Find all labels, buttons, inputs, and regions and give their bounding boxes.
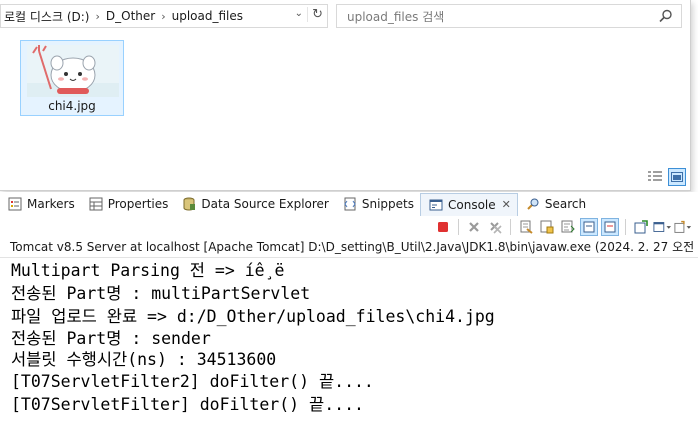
show-on-error-icon[interactable] — [601, 218, 619, 236]
toolbar-separator — [625, 219, 626, 235]
search-input[interactable] — [345, 8, 649, 26]
scroll-lock-icon[interactable] — [538, 218, 556, 236]
console-line: Multipart Parsing 전 => íê¸ë — [11, 261, 285, 280]
breadcrumb-item-d-other[interactable]: D_Other — [103, 9, 158, 23]
refresh-icon[interactable]: ↻ — [307, 7, 323, 22]
snippets-icon — [343, 197, 357, 211]
display-selected-console-icon[interactable] — [653, 218, 671, 236]
large-icons-view-icon[interactable] — [668, 168, 686, 186]
pin-console-icon[interactable] — [632, 218, 650, 236]
markers-icon — [8, 197, 22, 211]
search-icon[interactable] — [659, 9, 673, 23]
console-line: 파일 업로드 완료 => d:/D_Other/upload_files\chi… — [11, 307, 495, 326]
tab-markers[interactable]: Markers — [0, 193, 81, 215]
toolbar-separator — [510, 219, 511, 235]
tab-label: Properties — [107, 197, 169, 211]
view-tab-bar: Markers Properties Data Source Explorer … — [0, 192, 698, 217]
console-line: [T07ServletFilter] doFilter() 끝.... — [11, 395, 364, 414]
tab-label: Snippets — [361, 197, 414, 211]
tab-search[interactable]: Search — [518, 193, 592, 215]
console-output[interactable]: Multipart Parsing 전 => íê¸ë 전송된 Part명 : … — [0, 257, 698, 421]
tab-label: Data Source Explorer — [201, 197, 329, 211]
properties-icon — [89, 197, 103, 211]
console-line: [T07ServletFilter2] doFilter() 끝.... — [11, 372, 374, 391]
remove-launch-icon[interactable] — [465, 218, 483, 236]
tab-label: Markers — [27, 197, 75, 211]
console-process-label: Tomcat v8.5 Server at localhost [Apache … — [10, 240, 698, 254]
console-icon — [429, 198, 443, 212]
breadcrumb-separator-icon: › — [95, 9, 100, 23]
tab-snippets[interactable]: Snippets — [335, 193, 420, 215]
tab-console[interactable]: Console ✕ — [420, 192, 518, 216]
tab-label: Search — [544, 197, 587, 211]
breadcrumb-item-local-disk[interactable]: 로컬 디스크 (D:) — [1, 8, 92, 25]
show-on-output-icon[interactable] — [580, 218, 598, 236]
search-view-icon — [526, 197, 540, 211]
view-switcher — [646, 168, 686, 186]
address-dropdown-icon[interactable]: ⌄ — [295, 8, 303, 19]
file-item[interactable]: chi4.jpg — [20, 40, 124, 116]
search-box[interactable] — [336, 4, 682, 28]
word-wrap-icon[interactable] — [559, 218, 577, 236]
console-line: 전송된 Part명 : multiPartServlet — [11, 284, 311, 303]
tab-data-source-explorer[interactable]: Data Source Explorer — [174, 193, 334, 215]
clear-console-icon[interactable] — [517, 218, 535, 236]
open-console-icon[interactable] — [674, 218, 692, 236]
close-icon[interactable]: ✕ — [502, 198, 511, 211]
breadcrumb-separator-icon: › — [161, 9, 166, 23]
tab-properties[interactable]: Properties — [81, 193, 175, 215]
details-view-icon[interactable] — [646, 168, 664, 186]
terminate-icon[interactable] — [434, 218, 452, 236]
console-line: 전송된 Part명 : sender — [11, 329, 211, 348]
data-source-icon — [182, 197, 196, 211]
address-bar[interactable]: 로컬 디스크 (D:) › D_Other › upload_files ⌄ ↻ — [0, 4, 328, 28]
console-toolbar — [0, 216, 698, 238]
file-name: chi4.jpg — [48, 99, 96, 113]
tab-label: Console — [448, 197, 496, 212]
toolbar-separator — [458, 219, 459, 235]
file-explorer-window: 로컬 디스크 (D:) › D_Other › upload_files ⌄ ↻ — [0, 0, 691, 191]
console-line: 서블릿 수행시간(ns) : 34513600 — [11, 350, 277, 369]
breadcrumb-item-upload-files[interactable]: upload_files — [169, 9, 246, 23]
remove-all-terminated-icon[interactable] — [486, 218, 504, 236]
image-thumbnail — [27, 45, 119, 97]
